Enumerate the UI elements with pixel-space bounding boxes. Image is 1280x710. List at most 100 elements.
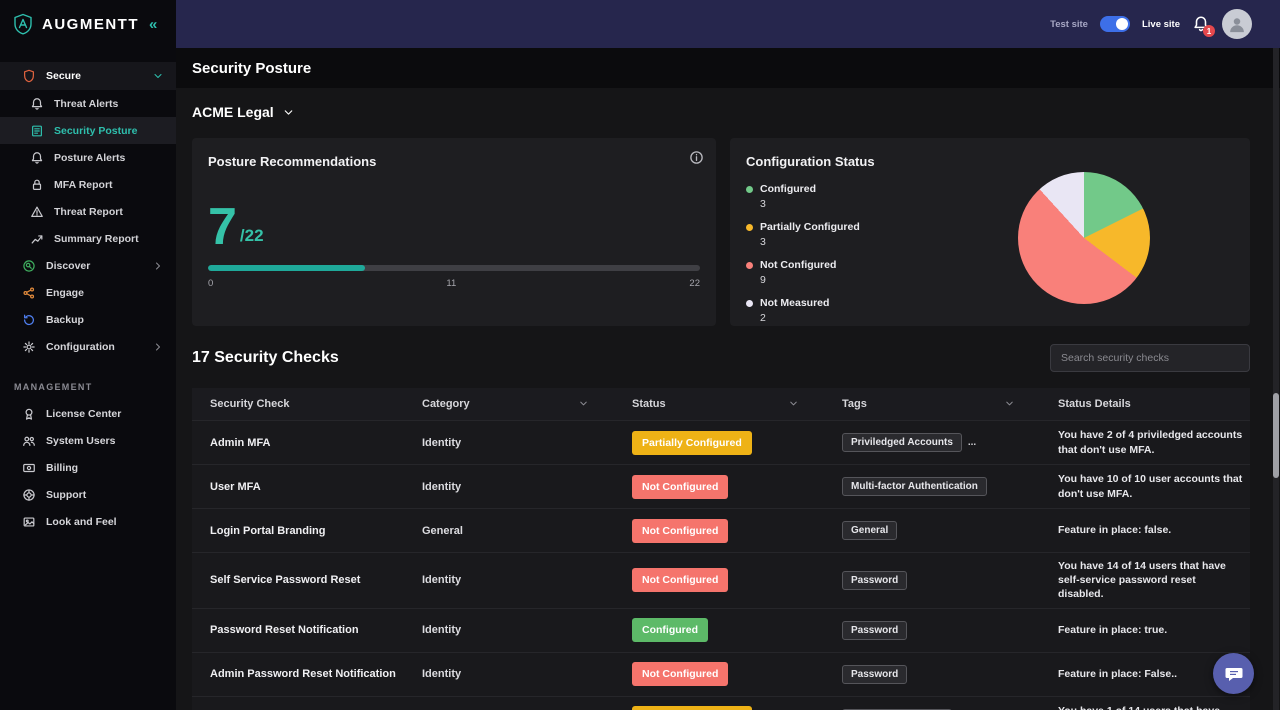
- table-row[interactable]: User MFA Identity Not Configured Multi-f…: [192, 464, 1250, 508]
- scrollbar-thumb[interactable]: [1273, 393, 1279, 478]
- chart-line-icon: [30, 232, 44, 246]
- page-title: Security Posture: [192, 60, 311, 77]
- sidebar-item-look-and-feel[interactable]: Look and Feel: [0, 508, 176, 535]
- column-header-tags[interactable]: Tags: [842, 398, 1058, 410]
- page-title-bar: Security Posture: [176, 48, 1280, 88]
- tag-pill: Priviledged Accounts: [842, 433, 962, 452]
- org-selector[interactable]: ACME Legal: [192, 100, 294, 124]
- status-badge: Not Configured: [632, 475, 728, 499]
- notification-count-badge: 1: [1203, 25, 1215, 37]
- legend-label: Partially Configured: [760, 221, 860, 233]
- check-name: User MFA: [210, 481, 422, 493]
- chevron-right-icon: [152, 260, 164, 272]
- security-checks-table: Security Check Category Status Tags Stat…: [192, 388, 1250, 710]
- sidebar-item-backup[interactable]: Backup: [0, 306, 176, 333]
- logo-row: AUGMENTT «: [0, 0, 176, 48]
- sidebar-item-summary-report[interactable]: Summary Report: [0, 225, 176, 252]
- content: ACME Legal Posture Recommendations 7 /22: [176, 88, 1280, 710]
- sidebar-item-discover[interactable]: Discover: [0, 252, 176, 279]
- column-label: Tags: [842, 398, 867, 410]
- sidebar-item-billing[interactable]: Billing: [0, 454, 176, 481]
- check-name: Self Service Password Reset: [210, 574, 422, 586]
- search-input[interactable]: [1050, 344, 1250, 372]
- legend-label: Configured: [760, 183, 816, 195]
- posture-progress-fill: [208, 265, 365, 271]
- site-toggle[interactable]: [1100, 16, 1130, 32]
- sidebar-item-label: Posture Alerts: [54, 152, 164, 164]
- status-badge: Not Configured: [632, 568, 728, 592]
- check-category: Identity: [422, 574, 632, 586]
- sidebar-item-system-users[interactable]: System Users: [0, 427, 176, 454]
- user-avatar[interactable]: [1222, 9, 1252, 39]
- app-root: AUGMENTT « Secure Threat Alerts: [0, 0, 1280, 710]
- tag-pill: Password: [842, 665, 907, 684]
- legend-item-not-configured: Not Configured9: [746, 259, 996, 286]
- sidebar-item-posture-alerts[interactable]: Posture Alerts: [0, 144, 176, 171]
- progress-scale: 0 11 22: [208, 278, 700, 289]
- status-badge: Partially Configured: [632, 706, 752, 710]
- sidebar-item-support[interactable]: Support: [0, 481, 176, 508]
- sidebar-item-label: Threat Report: [54, 206, 164, 218]
- table-row[interactable]: Admin MFA Identity Partially Configured …: [192, 420, 1250, 464]
- table-row[interactable]: Password Reset Notification Identity Con…: [192, 608, 1250, 652]
- legend-item-not-measured: Not Measured 2: [746, 297, 996, 324]
- status-details: You have 14 of 14 users that have self-s…: [1058, 553, 1250, 608]
- sidebar-item-label: System Users: [46, 435, 164, 447]
- sidebar-item-configuration[interactable]: Configuration: [0, 333, 176, 360]
- table-row[interactable]: Self Service Password Reset Identity Not…: [192, 552, 1250, 608]
- legend-count: 2: [760, 312, 829, 324]
- legend-label: Not Measured: [760, 297, 829, 309]
- gear-icon: [22, 340, 36, 354]
- status-badge: Partially Configured: [632, 431, 752, 455]
- sidebar-item-label: Support: [46, 489, 164, 501]
- tags-overflow: ...: [968, 437, 976, 448]
- column-header-category[interactable]: Category: [422, 398, 632, 410]
- check-category: Identity: [422, 437, 632, 449]
- table-row[interactable]: Block Legacy Authentication Identity Par…: [192, 696, 1250, 710]
- sidebar-item-secure[interactable]: Secure: [0, 62, 176, 90]
- legend-count: 3: [760, 198, 816, 210]
- sidebar-item-threat-alerts[interactable]: Threat Alerts: [0, 90, 176, 117]
- status-details: You have 2 of 4 priviledged accounts tha…: [1058, 422, 1250, 462]
- check-category: Identity: [422, 668, 632, 680]
- chat-widget-button[interactable]: [1213, 653, 1254, 694]
- users-icon: [22, 434, 36, 448]
- sidebar-item-label: Engage: [46, 287, 164, 299]
- license-badge-icon: [22, 407, 36, 421]
- sidebar-item-engage[interactable]: Engage: [0, 279, 176, 306]
- chevron-right-icon: [152, 341, 164, 353]
- sidebar-item-threat-report[interactable]: Threat Report: [0, 198, 176, 225]
- table-row[interactable]: Login Portal Branding General Not Config…: [192, 508, 1250, 552]
- legend-dot: [746, 262, 753, 269]
- notifications-button[interactable]: 1: [1192, 15, 1210, 33]
- config-status-pie: [1018, 172, 1150, 304]
- engage-share-icon: [22, 286, 36, 300]
- sidebar-item-label: Summary Report: [54, 233, 164, 245]
- org-name: ACME Legal: [192, 104, 274, 120]
- column-header-status[interactable]: Status: [632, 398, 842, 410]
- sidebar-item-mfa-report[interactable]: MFA Report: [0, 171, 176, 198]
- legend-dot: [746, 300, 753, 307]
- posture-recommendations-card: Posture Recommendations 7 /22 0 11 22: [192, 138, 716, 326]
- status-details: You have 10 of 10 user accounts that don…: [1058, 466, 1250, 506]
- sidebar-item-label: Secure: [46, 70, 142, 82]
- toggle-knob: [1116, 18, 1128, 30]
- table-header-row: Security Check Category Status Tags Stat…: [192, 388, 1250, 420]
- sidebar-collapse-button[interactable]: «: [149, 16, 157, 33]
- sidebar-item-license-center[interactable]: License Center: [0, 400, 176, 427]
- sidebar-item-security-posture[interactable]: Security Posture: [0, 117, 176, 144]
- legend-dot: [746, 186, 753, 193]
- table-row[interactable]: Admin Password Reset Notification Identi…: [192, 652, 1250, 696]
- tag-pill: Password: [842, 571, 907, 590]
- scale-min: 0: [208, 278, 213, 289]
- status-badge: Configured: [632, 618, 708, 642]
- sidebar-item-label: Billing: [46, 462, 164, 474]
- sidebar-item-label: Backup: [46, 314, 164, 326]
- status-details: You have 1 of 14 users that have legacy.…: [1058, 698, 1250, 710]
- column-header-security-check: Security Check: [210, 398, 422, 410]
- score-max: /22: [240, 226, 264, 249]
- sidebar-item-label: Security Posture: [54, 125, 164, 137]
- info-icon[interactable]: [689, 150, 704, 165]
- legend-item-configured: Configured 3: [746, 183, 996, 210]
- check-category: Identity: [422, 481, 632, 493]
